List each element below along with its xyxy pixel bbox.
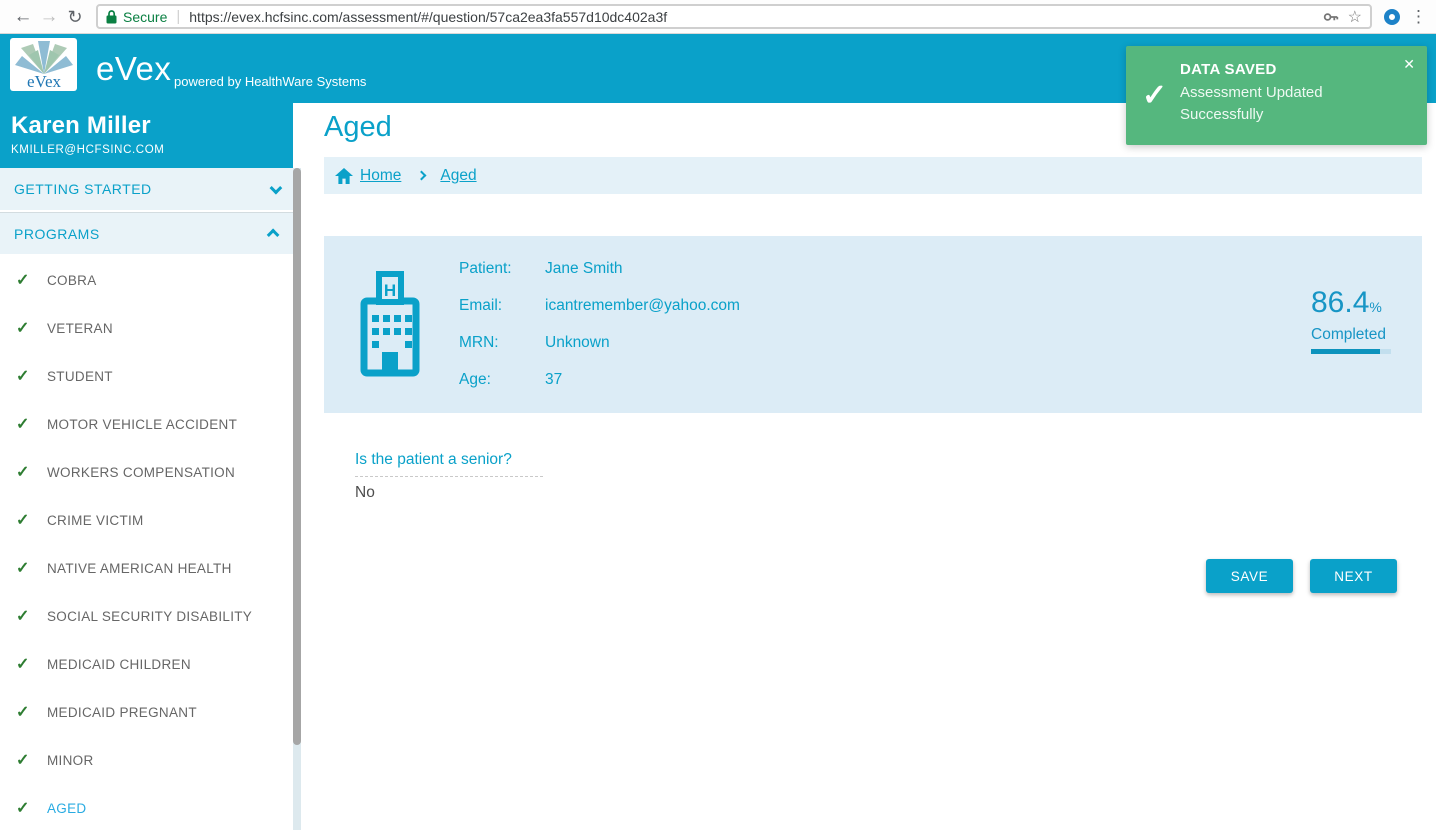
section-label: PROGRAMS [14, 226, 100, 242]
password-key-icon[interactable] [1323, 9, 1339, 25]
bookmark-star-icon[interactable]: ☆ [1348, 7, 1362, 27]
chevron-right-icon [417, 171, 427, 181]
check-icon: ✓ [16, 366, 47, 386]
check-icon: ✓ [16, 606, 47, 626]
breadcrumb: Home Aged [324, 157, 1422, 194]
secure-label: Secure [123, 9, 167, 25]
patient-value: Jane Smith [545, 258, 623, 280]
toast-title: DATA SAVED [1180, 61, 1393, 78]
sidebar: Karen Miller KMILLER@HCFSINC.COM GETTING… [0, 103, 293, 830]
sidebar-section-programs[interactable]: PROGRAMS [0, 212, 293, 256]
question-answer[interactable]: No [355, 484, 543, 502]
progress-percent-sign: % [1369, 299, 1381, 315]
evex-logo-starburst: eVex [13, 41, 75, 89]
home-icon[interactable] [335, 168, 353, 184]
refresh-icon[interactable]: ↻ [62, 2, 88, 32]
breadcrumb-home-link[interactable]: Home [360, 167, 401, 185]
toast-message: Assessment Updated Successfully [1180, 82, 1393, 126]
sidebar-item-social-security-disability[interactable]: ✓ SOCIAL SECURITY DISABILITY [0, 592, 293, 640]
breadcrumb-current-link[interactable]: Aged [440, 167, 476, 185]
brand-tagline: powered by HealthWare Systems [174, 74, 366, 89]
programs-list: ✓ COBRA ✓ VETERAN ✓ STUDENT ✓ MOTOR VEHI… [0, 256, 293, 832]
question-text: Is the patient a senior? [355, 451, 543, 469]
patient-info-card: H Patient: Jane Smith Email: icantrememb… [324, 236, 1422, 413]
completion-progress: 86.4% Completed [1311, 288, 1391, 354]
sidebar-item-veteran[interactable]: ✓ VETERAN [0, 304, 293, 352]
save-button[interactable]: SAVE [1206, 559, 1293, 593]
section-label: GETTING STARTED [14, 181, 152, 197]
user-name: Karen Miller [11, 112, 282, 140]
sidebar-item-student[interactable]: ✓ STUDENT [0, 352, 293, 400]
browser-toolbar: ← → ↻ Secure | https://evex.hcfsinc.com/… [0, 0, 1436, 34]
browser-profile-avatar[interactable] [1384, 9, 1400, 25]
sidebar-item-minor[interactable]: ✓ MINOR [0, 736, 293, 784]
check-icon: ✓ [16, 558, 47, 578]
age-value: 37 [545, 369, 562, 391]
forward-icon[interactable]: → [36, 2, 62, 32]
patient-label: Patient: [459, 258, 545, 280]
chevron-up-icon [267, 229, 280, 242]
toast-data-saved: ✓ DATA SAVED Assessment Updated Successf… [1126, 46, 1427, 145]
sidebar-section-getting-started[interactable]: GETTING STARTED [0, 168, 293, 212]
address-bar[interactable]: Secure | https://evex.hcfsinc.com/assess… [96, 4, 1372, 29]
email-value: icantremember@yahoo.com [545, 295, 740, 317]
progress-bar-track [1311, 349, 1391, 354]
question-block: Is the patient a senior? No [355, 451, 543, 502]
lock-icon [106, 10, 117, 24]
check-icon: ✓ [16, 270, 47, 290]
patient-row: Patient: Jane Smith [459, 258, 740, 280]
patient-info-rows: Patient: Jane Smith Email: icantremember… [459, 258, 740, 391]
progress-label: Completed [1311, 326, 1391, 344]
browser-menu-icon[interactable]: ⋮ [1410, 7, 1426, 27]
toast-close-icon[interactable]: ✕ [1403, 56, 1415, 73]
check-icon: ✓ [16, 462, 47, 482]
svg-text:H: H [384, 281, 396, 300]
sidebar-item-native-american-health[interactable]: ✓ NATIVE AMERICAN HEALTH [0, 544, 293, 592]
address-separator: | [176, 8, 180, 25]
back-icon[interactable]: ← [10, 2, 36, 32]
email-row: Email: icantremember@yahoo.com [459, 295, 740, 317]
email-label: Email: [459, 295, 545, 317]
mrn-row: MRN: Unknown [459, 332, 740, 354]
check-icon: ✓ [16, 654, 47, 674]
hospital-icon: H [358, 268, 422, 380]
evex-logo: eVex [10, 38, 77, 91]
brand-name: eVex [96, 50, 171, 88]
progress-bar-fill [1311, 349, 1380, 354]
evex-logo-text: eVex [27, 72, 61, 89]
user-block: Karen Miller KMILLER@HCFSINC.COM [0, 103, 293, 168]
check-icon: ✓ [16, 798, 47, 818]
check-icon: ✓ [16, 510, 47, 530]
url-text: https://evex.hcfsinc.com/assessment/#/qu… [189, 9, 1313, 25]
question-divider [355, 476, 543, 477]
toast-check-icon: ✓ [1142, 78, 1167, 113]
next-button[interactable]: NEXT [1310, 559, 1397, 593]
check-icon: ✓ [16, 414, 47, 434]
age-label: Age: [459, 369, 545, 391]
check-icon: ✓ [16, 702, 47, 722]
chevron-down-icon [270, 181, 283, 194]
check-icon: ✓ [16, 750, 47, 770]
mrn-value: Unknown [545, 332, 610, 354]
action-buttons: SAVE NEXT [1206, 559, 1397, 593]
sidebar-scrollbar-track[interactable] [293, 168, 301, 830]
user-email: KMILLER@HCFSINC.COM [11, 144, 282, 156]
sidebar-item-cobra[interactable]: ✓ COBRA [0, 256, 293, 304]
sidebar-scrollbar-thumb[interactable] [293, 168, 301, 745]
sidebar-item-aged[interactable]: ✓ AGED [0, 784, 293, 832]
sidebar-item-workers-compensation[interactable]: ✓ WORKERS COMPENSATION [0, 448, 293, 496]
sidebar-item-medicaid-children[interactable]: ✓ MEDICAID CHILDREN [0, 640, 293, 688]
main-content: Aged Home Aged H Patient: Jane Smith Ema… [301, 103, 1436, 830]
check-icon: ✓ [16, 318, 47, 338]
sidebar-item-crime-victim[interactable]: ✓ CRIME VICTIM [0, 496, 293, 544]
progress-percent: 86.4 [1311, 286, 1369, 319]
age-row: Age: 37 [459, 369, 740, 391]
sidebar-item-medicaid-pregnant[interactable]: ✓ MEDICAID PREGNANT [0, 688, 293, 736]
sidebar-item-motor-vehicle-accident[interactable]: ✓ MOTOR VEHICLE ACCIDENT [0, 400, 293, 448]
mrn-label: MRN: [459, 332, 545, 354]
page-title: Aged [324, 111, 392, 144]
